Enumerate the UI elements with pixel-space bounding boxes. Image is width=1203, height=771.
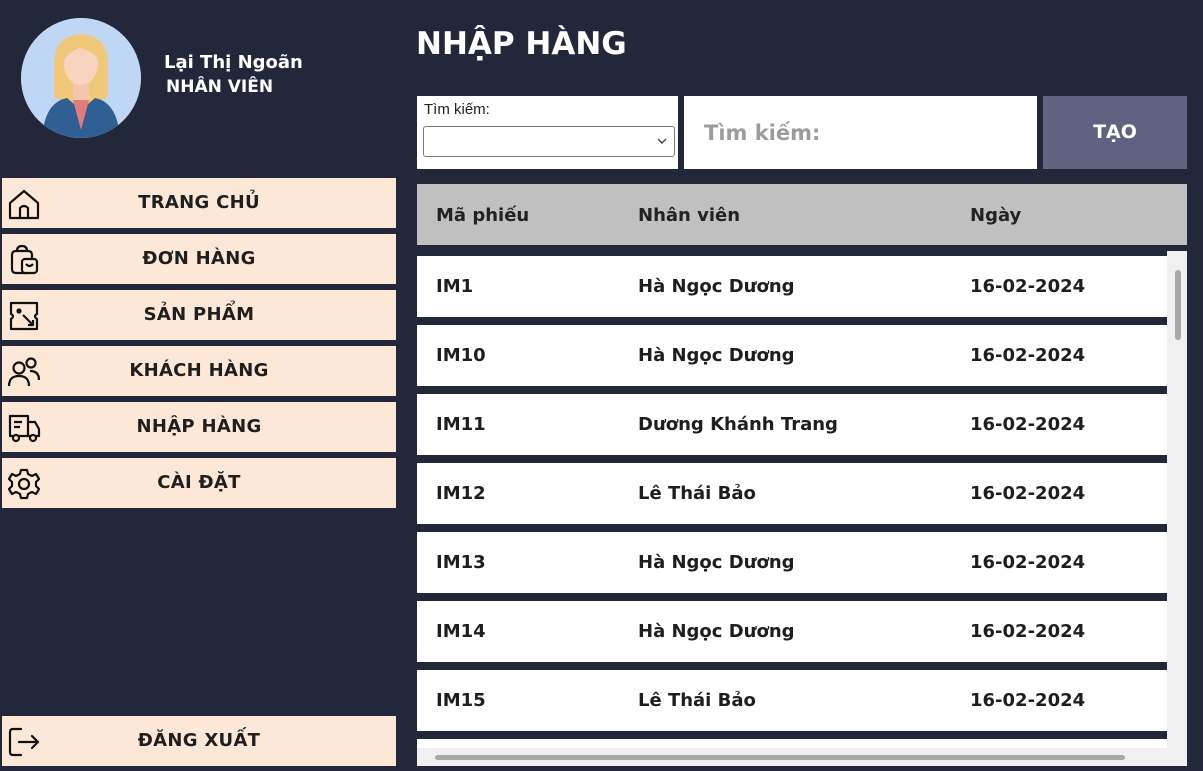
sidebar-item-label: CÀI ĐẶT <box>157 472 241 493</box>
table-row[interactable]: IM11 Dương Khánh Trang 16-02-2024 <box>417 394 1167 455</box>
cell-ngay: 16-02-2024 <box>970 690 1086 711</box>
chevron-down-icon <box>657 138 667 144</box>
column-header-nhan-vien[interactable]: Nhân viên <box>638 184 740 247</box>
cell-ma-phieu: IM11 <box>436 414 486 435</box>
sidebar-item-label: TRANG CHỦ <box>138 192 260 213</box>
cell-ngay: 16-02-2024 <box>970 621 1086 642</box>
sidebar-item-label: ĐƠN HÀNG <box>142 248 256 269</box>
sidebar-item-don-hang[interactable]: ĐƠN HÀNG <box>2 234 396 284</box>
user-name: Lại Thị Ngoãn <box>164 52 303 73</box>
sidebar-item-san-pham[interactable]: SẢN PHẨM <box>2 290 396 340</box>
sidebar-item-label: KHÁCH HÀNG <box>129 360 269 381</box>
column-header-ngay[interactable]: Ngày <box>970 184 1021 247</box>
logout-button[interactable]: ĐĂNG XUẤT <box>2 716 396 766</box>
sidebar-item-nhap-hang[interactable]: NHẬP HÀNG <box>2 402 396 452</box>
cell-ma-phieu: IM10 <box>436 345 486 366</box>
vertical-scrollbar[interactable] <box>1167 251 1187 748</box>
table-row[interactable]: IM1 Hà Ngọc Dương 16-02-2024 <box>417 256 1167 317</box>
cell-nhan-vien: Lê Thái Bảo <box>638 690 756 711</box>
table-header: Mã phiếu Nhân viên Ngày <box>417 184 1187 245</box>
user-role: NHÂN VIÊN <box>166 77 274 97</box>
search-box <box>684 96 1037 169</box>
cell-nhan-vien: Hà Ngọc Dương <box>638 345 795 366</box>
vertical-scrollbar-thumb[interactable] <box>1175 270 1181 340</box>
horizontal-scrollbar[interactable] <box>417 748 1187 766</box>
sidebar-item-label: SẢN PHẨM <box>143 304 255 325</box>
cell-ma-phieu: IM14 <box>436 621 486 642</box>
cell-ngay: 16-02-2024 <box>970 276 1086 297</box>
cell-ngay: 16-02-2024 <box>970 483 1086 504</box>
horizontal-scrollbar-thumb[interactable] <box>435 755 1125 760</box>
table-row[interactable]: IM10 Hà Ngọc Dương 16-02-2024 <box>417 325 1167 386</box>
sidebar-item-label: NHẬP HÀNG <box>136 416 262 437</box>
sidebar-item-trang-chu[interactable]: TRANG CHỦ <box>2 178 396 228</box>
column-header-ma-phieu[interactable]: Mã phiếu <box>436 184 529 247</box>
table-row[interactable]: IM15 Lê Thái Bảo 16-02-2024 <box>417 670 1167 731</box>
cell-ma-phieu: IM1 <box>436 276 474 297</box>
cell-nhan-vien: Hà Ngọc Dương <box>638 276 795 297</box>
cell-ma-phieu: IM13 <box>436 552 486 573</box>
cell-nhan-vien: Dương Khánh Trang <box>638 414 838 435</box>
search-filter-panel: Tìm kiếm: <box>417 96 678 169</box>
page-title: NHẬP HÀNG <box>416 26 627 62</box>
female-user-avatar-icon <box>21 18 141 138</box>
cell-nhan-vien: Hà Ngọc Dương <box>638 552 795 573</box>
sidebar-item-cai-dat[interactable]: CÀI ĐẶT <box>2 458 396 508</box>
table-row[interactable]: IM14 Hà Ngọc Dương 16-02-2024 <box>417 601 1167 662</box>
cell-nhan-vien: Lê Thái Bảo <box>638 483 756 504</box>
table-row[interactable]: IM13 Hà Ngọc Dương 16-02-2024 <box>417 532 1167 593</box>
cell-ma-phieu: IM12 <box>436 483 486 504</box>
table-body: IM1 Hà Ngọc Dương 16-02-2024 IM10 Hà Ngọ… <box>417 251 1187 766</box>
cell-ngay: 16-02-2024 <box>970 345 1086 366</box>
create-button[interactable]: TẠO <box>1043 96 1187 169</box>
search-input[interactable] <box>684 96 1037 169</box>
logout-label: ĐĂNG XUẤT <box>137 730 261 751</box>
table-row[interactable]: IM12 Lê Thái Bảo 16-02-2024 <box>417 463 1167 524</box>
search-filter-dropdown[interactable] <box>423 126 675 157</box>
avatar <box>21 18 141 138</box>
filter-label: Tìm kiếm: <box>424 101 490 118</box>
cell-nhan-vien: Hà Ngọc Dương <box>638 621 795 642</box>
cell-ngay: 16-02-2024 <box>970 552 1086 573</box>
cell-ngay: 16-02-2024 <box>970 414 1086 435</box>
sidebar-item-khach-hang[interactable]: KHÁCH HÀNG <box>2 346 396 396</box>
cell-ma-phieu: IM15 <box>436 690 486 711</box>
